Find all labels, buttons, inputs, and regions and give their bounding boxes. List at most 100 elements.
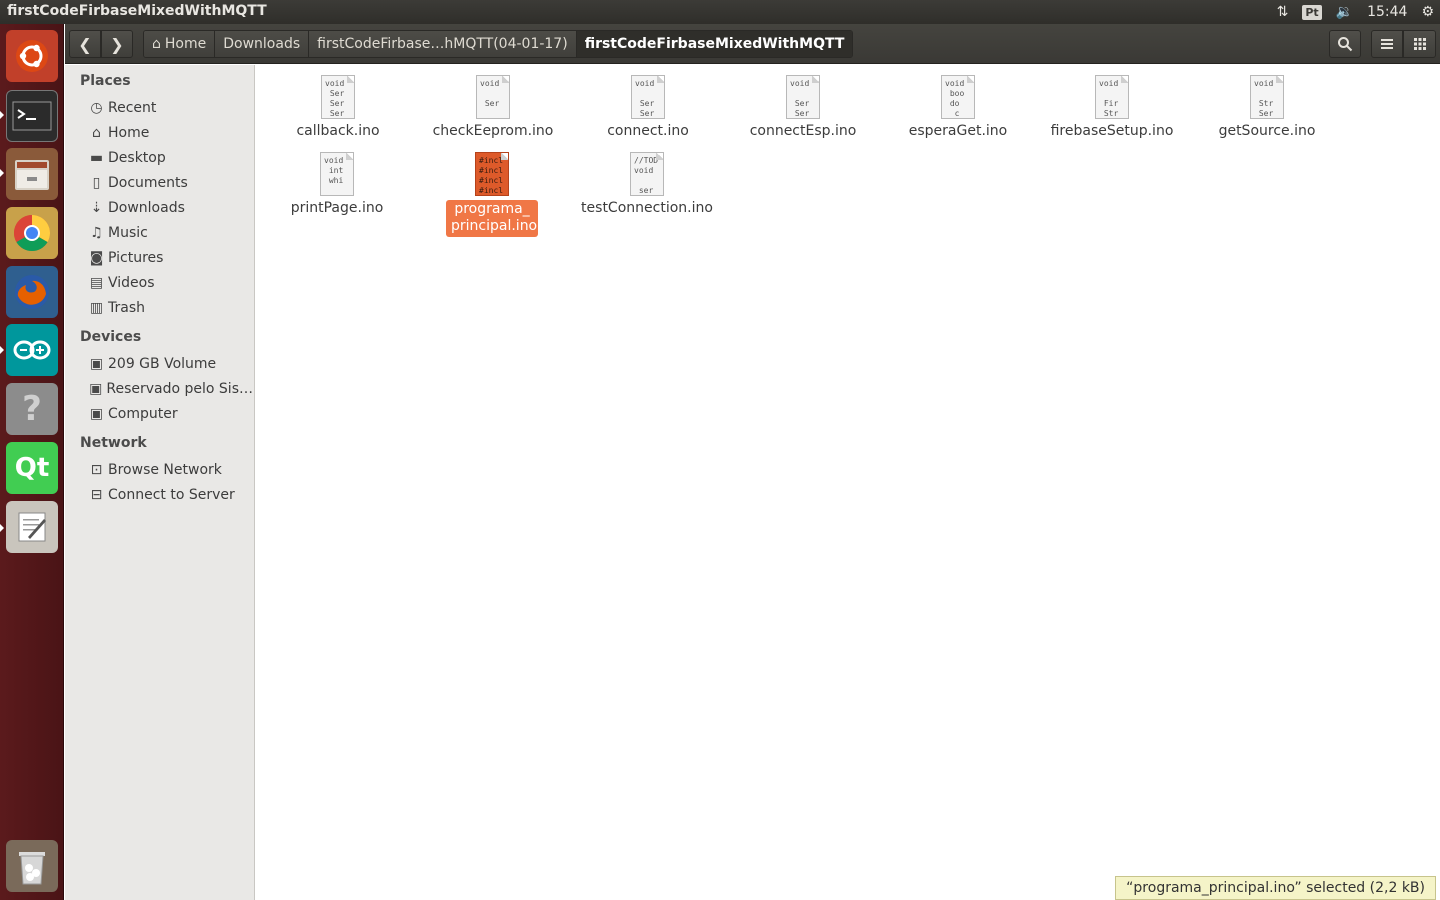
file-item[interactable]: //TOD void ser testConnection.ino	[572, 152, 722, 216]
file-item[interactable]: void Ser Ser connectEsp.ino	[728, 75, 878, 139]
network-icon[interactable]: ⇅	[1277, 4, 1289, 20]
file-name: checkEeprom.ino	[432, 123, 554, 139]
clock[interactable]: 15:44	[1367, 4, 1407, 20]
keyboard-layout-indicator[interactable]: Pt	[1302, 4, 1322, 20]
hamburger-menu-icon	[1381, 39, 1393, 49]
network-heading: Network	[80, 435, 147, 451]
film-icon: ▤	[89, 275, 104, 291]
drive-icon: ▣	[89, 356, 104, 372]
menu-button[interactable]	[1371, 30, 1403, 58]
grid-view-icon	[1413, 38, 1426, 50]
music-icon: ♫	[90, 225, 103, 241]
breadcrumb: ⌂ Home Downloads firstCodeFirbase…hMQTT(…	[143, 30, 854, 58]
file-name: connectEsp.ino	[749, 123, 857, 139]
file-name: programa_ principal.ino	[446, 200, 538, 237]
sidebar-item-music[interactable]: ♫ Music	[87, 222, 253, 244]
document-icon: ▯	[92, 175, 101, 191]
sidebar-item-trash[interactable]: ▥ Trash	[87, 297, 253, 319]
forward-button[interactable]: ❯	[101, 30, 133, 58]
running-indicator	[0, 524, 4, 532]
devices-heading: Devices	[80, 329, 142, 345]
file-item[interactable]: void Ser Ser connect.ino	[573, 75, 723, 139]
qt-creator-icon[interactable]: Qt	[6, 442, 58, 494]
session-gear-icon[interactable]: ⚙	[1421, 4, 1434, 20]
breadcrumb-downloads[interactable]: Downloads	[215, 31, 310, 57]
text-editor-icon[interactable]	[6, 501, 58, 553]
file-item[interactable]: void int whi printPage.ino	[262, 152, 412, 216]
terminal-icon[interactable]	[6, 90, 58, 142]
sidebar-item-connect-to-server[interactable]: ⊟ Connect to Server	[87, 484, 253, 506]
sidebar-item-recent[interactable]: ◷ Recent	[87, 97, 253, 119]
file-name: printPage.ino	[290, 200, 384, 216]
file-name: firebaseSetup.ino	[1050, 123, 1174, 139]
chevron-left-icon: ❮	[78, 34, 92, 54]
source-file-icon: #incl #incl #incl #incl	[475, 152, 509, 196]
source-file-icon: void int whi	[320, 152, 354, 196]
download-icon: ⇣	[90, 200, 103, 216]
clock-icon: ◷	[90, 100, 103, 116]
file-name: connect.ino	[607, 123, 689, 139]
firefox-icon[interactable]	[6, 266, 58, 318]
sidebar-item-desktop[interactable]: ▬ Desktop	[87, 147, 253, 169]
sidebar-item-videos[interactable]: ▤ Videos	[87, 272, 253, 294]
search-icon	[1338, 37, 1353, 52]
sidebar-item-downloads[interactable]: ⇣ Downloads	[87, 197, 253, 219]
drive-icon: ▣	[89, 406, 104, 422]
folder-icon: ▬	[89, 150, 104, 166]
file-item[interactable]: void boo do c esperaGet.ino	[883, 75, 1033, 139]
sidebar-item-pictures[interactable]: ◙ Pictures	[87, 247, 253, 269]
top-panel: firstCodeFirbaseMixedWithMQTT ⇅ Pt 🔉 15:…	[0, 0, 1440, 24]
source-file-icon: //TOD void ser	[630, 152, 664, 196]
file-name: callback.ino	[296, 123, 380, 139]
drive-icon: ▣	[89, 381, 103, 397]
ubuntu-dash-icon[interactable]	[6, 30, 58, 82]
sidebar: Places ◷ Recent ⌂ Home ▬ Desktop ▯ Documents…	[65, 65, 255, 900]
sidebar-item-computer[interactable]: ▣ Computer	[87, 403, 253, 425]
sidebar-item-documents[interactable]: ▯ Documents	[87, 172, 253, 194]
sidebar-item-browse-network[interactable]: ⊡ Browse Network	[87, 459, 253, 481]
file-item[interactable]: void Str Ser getSource.ino	[1192, 75, 1342, 139]
file-name: esperaGet.ino	[908, 123, 1008, 139]
search-button[interactable]	[1329, 30, 1361, 58]
back-button[interactable]: ❮	[69, 30, 101, 58]
running-indicator	[0, 111, 4, 119]
indicator-area: ⇅ Pt 🔉 15:44 ⚙	[1277, 0, 1434, 24]
file-item-selected[interactable]: #incl #incl #incl #incl programa_ princi…	[417, 152, 567, 237]
source-file-icon: void Ser Ser	[631, 75, 665, 119]
breadcrumb-parent-folder[interactable]: firstCodeFirbase…hMQTT(04-01-17)	[309, 31, 577, 57]
file-item[interactable]: void Ser checkEeprom.ino	[418, 75, 568, 139]
view-grid-button[interactable]	[1403, 30, 1436, 58]
sidebar-item-home[interactable]: ⌂ Home	[87, 122, 253, 144]
volume-icon[interactable]: 🔉	[1336, 4, 1353, 20]
file-view: void Ser Ser Ser callback.ino void Ser c…	[256, 65, 1440, 900]
source-file-icon: void Ser	[476, 75, 510, 119]
running-indicator	[0, 169, 4, 177]
chrome-icon[interactable]	[6, 207, 58, 259]
server-icon: ⊟	[90, 487, 103, 503]
source-file-icon: void Ser Ser	[786, 75, 820, 119]
sidebar-item-reserved-partition[interactable]: ▣ Reservado pelo Sis…	[87, 378, 253, 400]
source-file-icon: void Fir Str	[1095, 75, 1129, 119]
file-name: testConnection.ino	[581, 200, 713, 216]
breadcrumb-current-folder[interactable]: firstCodeFirbaseMixedWithMQTT	[576, 31, 853, 57]
files-icon[interactable]	[6, 148, 58, 200]
selection-status: “programa_principal.ino” selected (2,2 k…	[1115, 876, 1436, 900]
trash-icon[interactable]	[6, 840, 58, 892]
chevron-right-icon: ❯	[110, 34, 124, 54]
launcher: ? Qt	[0, 24, 64, 900]
home-icon: ⌂	[92, 125, 101, 141]
network-icon: ⊡	[90, 462, 103, 478]
source-file-icon: void boo do c	[941, 75, 975, 119]
file-item[interactable]: void Ser Ser Ser callback.ino	[263, 75, 413, 139]
sidebar-item-volume[interactable]: ▣ 209 GB Volume	[87, 353, 253, 375]
arduino-icon[interactable]	[6, 324, 58, 376]
source-file-icon: void Ser Ser Ser	[321, 75, 355, 119]
source-file-icon: void Str Ser	[1250, 75, 1284, 119]
file-item[interactable]: void Fir Str firebaseSetup.ino	[1037, 75, 1187, 139]
help-icon[interactable]: ?	[6, 383, 58, 435]
breadcrumb-home[interactable]: ⌂ Home	[144, 31, 216, 57]
file-name: getSource.ino	[1218, 123, 1316, 139]
window-title: firstCodeFirbaseMixedWithMQTT	[7, 3, 267, 19]
running-indicator	[0, 346, 4, 354]
header-bar: ❮ ❯ ⌂ Home Downloads firstCodeFirbase…hM…	[65, 24, 1440, 64]
